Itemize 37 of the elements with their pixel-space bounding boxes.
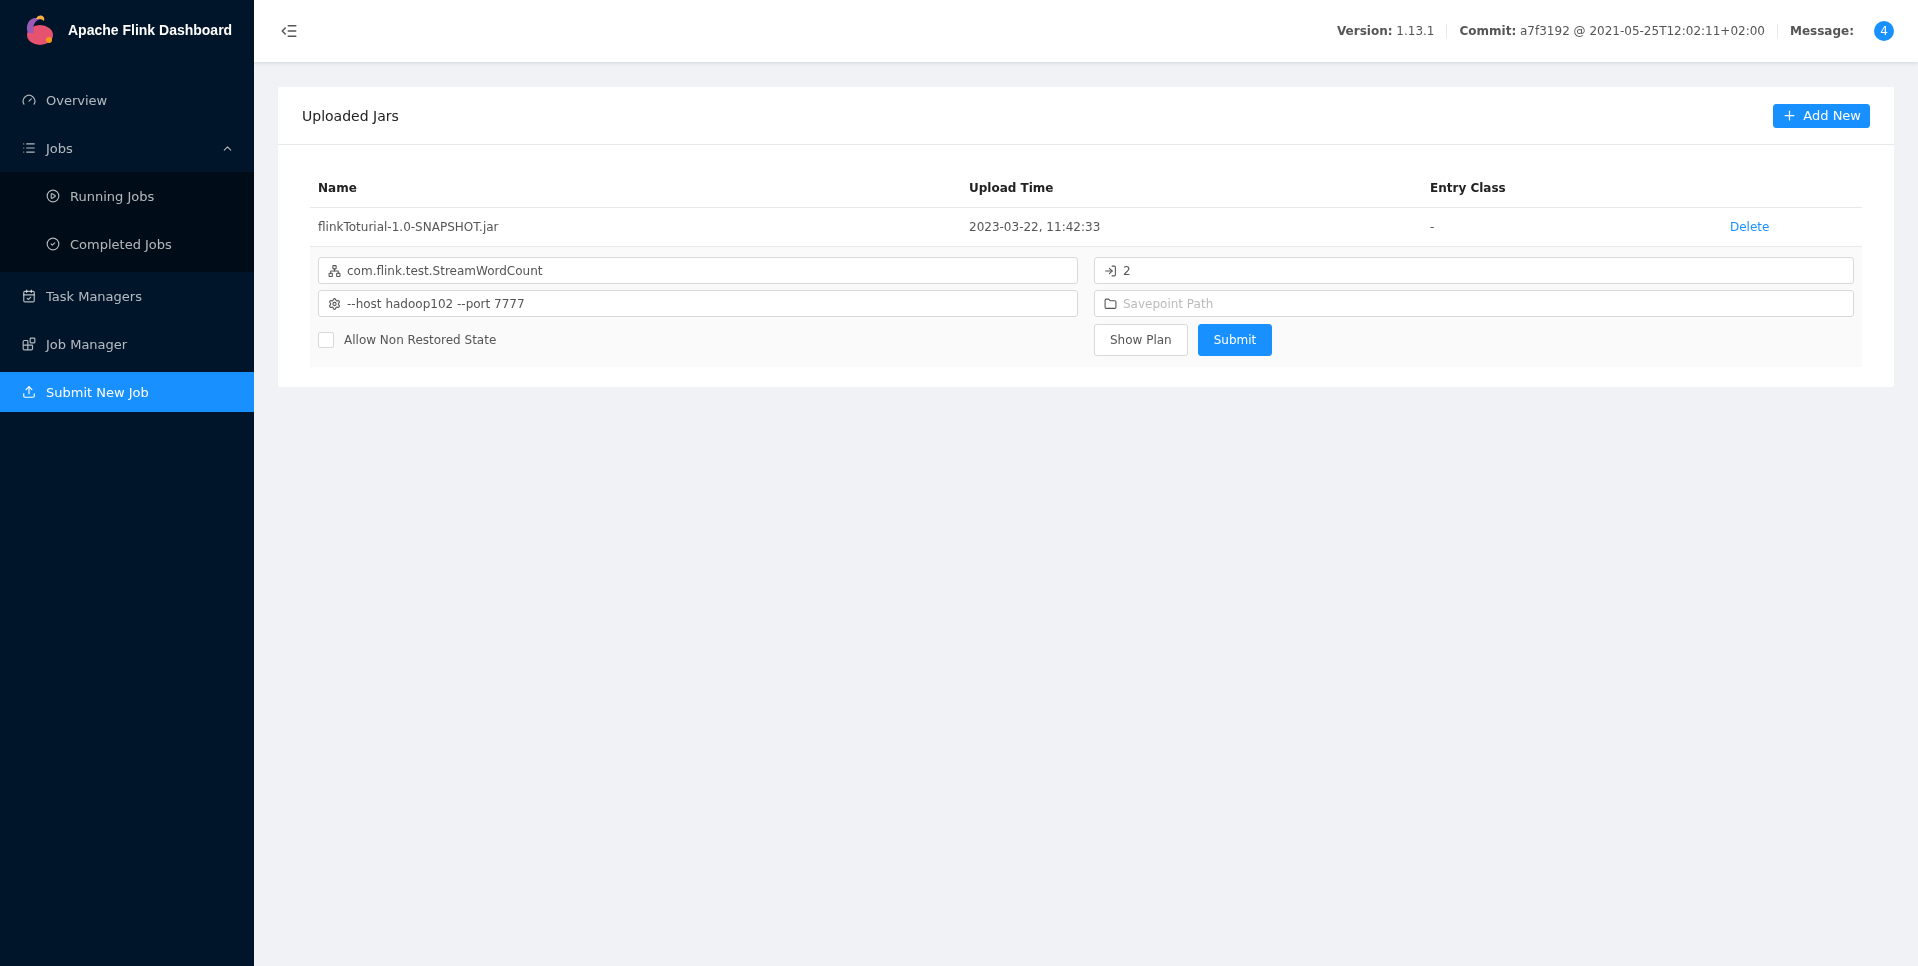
table-cell-text: - bbox=[1429, 220, 1436, 234]
app-title: Apache Flink Dashboard bbox=[68, 22, 233, 38]
check-icon bbox=[46, 237, 60, 251]
gauge-icon bbox=[22, 93, 36, 107]
list-icon bbox=[22, 141, 36, 155]
sidebar-item[interactable]: Running Jobs bbox=[0, 176, 254, 216]
column-header: Upload Time bbox=[968, 181, 1055, 195]
sidebar-item[interactable]: Overview bbox=[0, 80, 254, 120]
card-title: Uploaded Jars bbox=[302, 107, 399, 124]
checkbox[interactable] bbox=[318, 332, 334, 348]
sidebar-item[interactable]: Job Manager bbox=[0, 324, 254, 364]
input-field[interactable]: Savepoint Path bbox=[1094, 290, 1854, 317]
column-header: Name bbox=[317, 181, 358, 195]
column-header: Entry Class bbox=[1429, 181, 1507, 195]
checkbox-label: Allow Non Restored State bbox=[344, 333, 497, 347]
menu-fold-icon[interactable] bbox=[280, 22, 298, 40]
network-icon bbox=[328, 264, 341, 277]
play-icon bbox=[46, 189, 60, 203]
header-info: Message: bbox=[1790, 24, 1854, 38]
blocks-icon bbox=[22, 337, 36, 351]
sidebar-item[interactable]: Jobs bbox=[0, 128, 254, 168]
input-field[interactable]: com.flink.test.StreamWordCount bbox=[318, 257, 1078, 284]
header-info: Version: 1.13.1 bbox=[1336, 24, 1435, 38]
header-info: Commit: a7f3192 @ 2021-05-25T12:02:11+02:00 bbox=[1459, 24, 1765, 38]
login-icon bbox=[1104, 264, 1117, 277]
upload-icon bbox=[22, 385, 36, 399]
plus-icon bbox=[1782, 108, 1798, 123]
table-cell-text: flinkToturial-1.0-SNAPSHOT.jar bbox=[317, 220, 500, 234]
settings-icon bbox=[328, 297, 341, 310]
input-field[interactable]: --host hadoop102 --port 7777 bbox=[318, 290, 1078, 317]
sidebar-item[interactable]: Completed Jobs bbox=[0, 224, 254, 264]
sidebar-item[interactable]: Task Managers bbox=[0, 276, 254, 316]
input-field[interactable]: 2 bbox=[1094, 257, 1854, 284]
show-plan-button[interactable]: Show Plan bbox=[1094, 324, 1188, 356]
table-cell-text: 2023-03-22, 11:42:33 bbox=[968, 220, 1102, 234]
calendar-icon bbox=[22, 289, 36, 303]
folder-icon bbox=[1104, 297, 1117, 310]
